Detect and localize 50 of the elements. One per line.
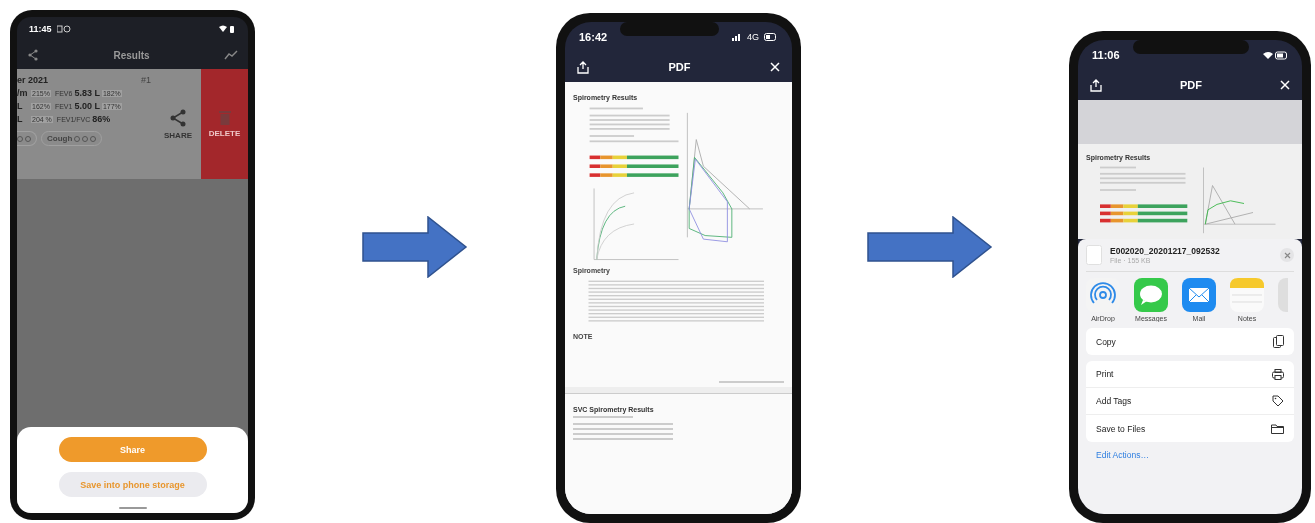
share-icon[interactable] bbox=[577, 60, 589, 74]
right-arrow-icon bbox=[867, 215, 993, 278]
folder-icon bbox=[1271, 423, 1284, 434]
flow-volume-curve bbox=[1204, 200, 1245, 225]
status-time: 11:06 bbox=[1092, 49, 1120, 61]
reference-curve bbox=[1204, 185, 1254, 225]
network-label: 4G bbox=[747, 32, 759, 42]
share-action[interactable]: SHARE bbox=[155, 69, 201, 179]
right-arrow-icon bbox=[362, 215, 468, 278]
status-time: 16:42 bbox=[579, 31, 608, 43]
close-icon[interactable] bbox=[770, 62, 780, 72]
share-action-item[interactable]: Save to Files bbox=[1086, 415, 1294, 442]
share-icon[interactable] bbox=[1090, 78, 1102, 92]
copy-icon bbox=[1273, 335, 1284, 348]
close-icon[interactable] bbox=[1280, 80, 1290, 90]
measure-value: 5.00 L bbox=[74, 101, 100, 111]
trend-icon[interactable] bbox=[224, 50, 238, 60]
share-action-item[interactable]: Print bbox=[1086, 361, 1294, 388]
test-number: #1 bbox=[141, 75, 151, 85]
measure-value: 86% bbox=[92, 114, 111, 124]
trash-icon bbox=[218, 110, 231, 125]
share-action-item[interactable]: Copy bbox=[1086, 328, 1294, 355]
measure-value: L bbox=[17, 114, 24, 124]
tag-icon bbox=[1272, 395, 1284, 407]
status-icons-icon bbox=[56, 25, 71, 33]
signal-icon bbox=[732, 33, 742, 41]
share-icon bbox=[170, 108, 186, 127]
mail-icon[interactable] bbox=[1182, 278, 1216, 312]
chat-bubble-icon[interactable] bbox=[1134, 278, 1168, 312]
measure-value: /m bbox=[17, 88, 29, 98]
printer-icon bbox=[1272, 368, 1284, 380]
footer-line-drawing bbox=[719, 381, 784, 383]
status-time: 11:45 bbox=[29, 24, 52, 34]
wifi-battery-icon bbox=[1262, 50, 1288, 60]
file-icon bbox=[1086, 245, 1102, 265]
edit-actions-link[interactable]: Edit Actions… bbox=[1086, 448, 1294, 462]
test-date: er 2021 bbox=[17, 75, 49, 85]
battery-icon bbox=[764, 33, 778, 41]
measure-value: 5.83 L bbox=[74, 88, 100, 98]
file-name: E002020_20201217_092532 bbox=[1110, 246, 1221, 256]
delete-action[interactable]: DELETE bbox=[201, 69, 248, 179]
screen-title: Results bbox=[113, 49, 150, 61]
measure-value: L bbox=[17, 101, 24, 111]
close-icon bbox=[1283, 251, 1291, 259]
screen-title: PDF bbox=[1180, 79, 1202, 91]
close-button[interactable] bbox=[1280, 248, 1294, 262]
wifi-battery-icon bbox=[218, 24, 236, 34]
reference-curve bbox=[596, 192, 635, 260]
screen-title: PDF bbox=[668, 61, 691, 73]
share-action-item[interactable]: Add Tags bbox=[1086, 388, 1294, 415]
